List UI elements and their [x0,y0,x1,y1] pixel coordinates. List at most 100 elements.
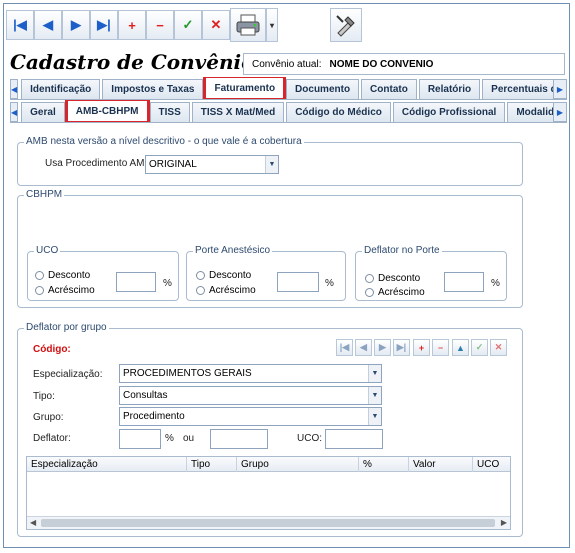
next-record-button[interactable]: ▶ [62,10,90,40]
porte-desconto-radio[interactable]: Desconto [196,270,251,281]
cancel-button[interactable]: ✕ [202,10,230,40]
usa-procedimento-label: Usa Procedimento AMB: [45,158,154,169]
page-title: Cadastro de Convênios [10,50,266,74]
chevron-down-icon[interactable]: ▼ [368,365,381,382]
current-agreement-label: Convênio atual: [252,58,322,70]
especializacao-label: Especialização: [33,369,103,380]
grid-horizontal-scrollbar[interactable]: ◀ ▶ [27,516,510,529]
column-valor[interactable]: Valor [409,457,473,472]
subtabs-scroll-left-icon[interactable]: ◀ [10,102,19,122]
tab-impostos-e-taxas[interactable]: Impostos e Taxas [102,79,204,99]
uco-acrescimo-label: Acréscimo [48,285,95,296]
deflator-porte-fieldset: Deflator no Porte Desconto Acréscimo % [355,245,507,301]
current-agreement-value: NOME DO CONVENIO [329,58,434,70]
uco-acrescimo-radio[interactable]: Acréscimo [35,285,95,296]
first-record-button[interactable]: |◀ [6,10,34,40]
subtabs-scroll-right-icon[interactable]: ▶ [553,102,567,122]
chevron-down-icon[interactable]: ▼ [265,156,278,173]
porte-percent-input[interactable] [277,272,319,292]
tab-amb-cbhpm[interactable]: AMB-CBHPM [64,100,150,122]
tipo-value: Consultas [123,390,168,401]
column-grupo[interactable]: Grupo [237,457,359,472]
deflator-input[interactable] [119,429,161,449]
grupo-add-button[interactable]: + [413,339,430,356]
uco-legend: UCO [34,245,61,256]
column-especializacao[interactable]: Especialização [27,457,187,472]
deflator-acrescimo-label: Acréscimo [378,287,425,298]
previous-record-button[interactable]: ◀ [34,10,62,40]
remove-button[interactable]: − [146,10,174,40]
tipo-label: Tipo: [33,391,55,402]
tab-tiss-mat-med[interactable]: TISS X Mat/Med [191,102,285,122]
porte-desconto-label: Desconto [209,270,252,281]
usa-procedimento-value: ORIGINAL [149,159,197,170]
deflator-label: Deflator: [33,433,71,444]
column-uco[interactable]: UCO [473,457,510,472]
usa-procedimento-select[interactable]: ORIGINAL ▼ [145,155,279,174]
print-dropdown-button[interactable]: ▾ [266,8,278,42]
radio-icon [365,288,374,297]
column-tipo[interactable]: Tipo [187,457,237,472]
grupo-next-button[interactable]: ▶ [374,339,391,356]
deflator-valor-input[interactable] [210,429,268,449]
deflator-grupo-legend: Deflator por grupo [24,322,109,333]
deflator-desconto-radio[interactable]: Desconto [365,273,420,284]
sub-tabs: ◀ Geral AMB-CBHPM TISS TISS X Mat/Med Có… [10,100,567,122]
deflator-acrescimo-radio[interactable]: Acréscimo [365,287,425,298]
amb-fieldset: AMB nesta versão a nível descritivo - o … [17,136,523,186]
tab-codigo-profissional[interactable]: Código Profissional [392,102,506,122]
uco-percent-unit: % [163,278,172,289]
printer-icon[interactable] [230,8,266,42]
uco-percent-input[interactable] [116,272,156,292]
grupo-select[interactable]: Procedimento ▼ [119,407,382,426]
confirm-button[interactable]: ✓ [174,10,202,40]
grupo-cancel-button[interactable]: ✕ [490,339,507,356]
last-record-button[interactable]: ▶| [90,10,118,40]
tab-identificacao[interactable]: Identificação [21,79,101,99]
toolbar: |◀ ◀ ▶ ▶| + − ✓ ✕ ▾ [6,8,362,46]
especializacao-value: PROCEDIMENTOS GERAIS [123,368,252,379]
deflator-percent-input[interactable] [444,272,484,292]
scroll-left-icon[interactable]: ◀ [30,518,36,527]
uco-label: UCO: [297,433,322,444]
grupo-confirm-button[interactable]: ✓ [471,339,488,356]
deflator-porte-legend: Deflator no Porte [362,245,442,256]
grupo-up-button[interactable]: ▲ [452,339,469,356]
uco-input[interactable] [325,429,383,449]
porte-anestesico-fieldset: Porte Anestésico Desconto Acréscimo % [186,245,346,301]
porte-acrescimo-label: Acréscimo [209,285,256,296]
chevron-down-icon[interactable]: ▼ [368,408,381,425]
tab-contato[interactable]: Contato [361,79,417,99]
tab-relatorio[interactable]: Relatório [418,79,481,99]
tabs-scroll-right-icon[interactable]: ▶ [553,79,567,99]
tab-codigo-do-medico[interactable]: Código do Médico [286,102,391,122]
tab-faturamento[interactable]: Faturamento [203,77,287,99]
tipo-select[interactable]: Consultas ▼ [119,386,382,405]
amb-legend: AMB nesta versão a nível descritivo - o … [24,136,304,147]
column-percent[interactable]: % [359,457,409,472]
grupo-remove-button[interactable]: − [432,339,449,356]
deflator-grid[interactable]: Especialização Tipo Grupo % Valor UCO ◀ … [26,456,511,530]
especializacao-select[interactable]: PROCEDIMENTOS GERAIS ▼ [119,364,382,383]
scroll-right-icon[interactable]: ▶ [501,518,507,527]
radio-icon [35,286,44,295]
grupo-first-button[interactable]: |◀ [336,339,353,356]
deflator-percent-unit: % [491,278,500,289]
tools-icon[interactable] [330,8,362,42]
tabs-scroll-left-icon[interactable]: ◀ [10,79,19,99]
grupo-last-button[interactable]: ▶| [393,339,410,356]
cbhpm-fieldset: CBHPM UCO Desconto Acréscimo % Porte Ane… [17,189,523,308]
porte-acrescimo-radio[interactable]: Acréscimo [196,285,256,296]
add-button[interactable]: + [118,10,146,40]
sub-tabs-divider [10,122,567,123]
chevron-down-icon[interactable]: ▼ [368,387,381,404]
uco-desconto-radio[interactable]: Desconto [35,270,90,281]
current-agreement-box: Convênio atual: NOME DO CONVENIO [243,53,565,75]
grupo-prev-button[interactable]: ◀ [355,339,372,356]
tab-geral[interactable]: Geral [21,102,65,122]
grupo-value: Procedimento [123,411,185,422]
tab-documento[interactable]: Documento [286,79,360,99]
porte-anestesico-legend: Porte Anestésico [193,245,273,256]
tab-tiss[interactable]: TISS [149,102,190,122]
scrollbar-thumb[interactable] [41,519,495,527]
